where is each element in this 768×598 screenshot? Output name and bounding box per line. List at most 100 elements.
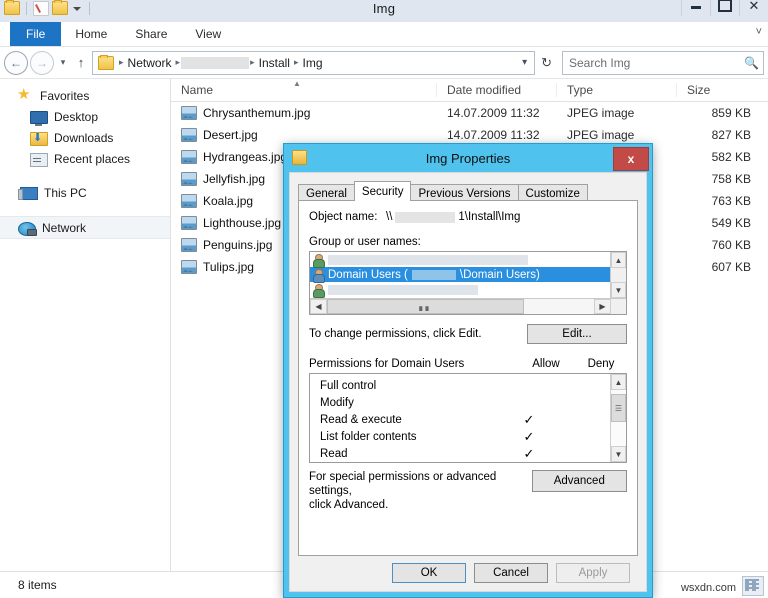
breadcrumb-server-redacted[interactable]: [181, 57, 249, 69]
scroll-up-icon[interactable]: ▲: [611, 252, 626, 268]
group-user-inner: Domain Users ( \Domain Users): [310, 252, 610, 298]
apply-button[interactable]: Apply: [556, 563, 630, 583]
dialog-close-button[interactable]: x: [613, 147, 649, 171]
breadcrumb-install[interactable]: Install: [256, 56, 293, 70]
permission-row[interactable]: Full control: [310, 377, 610, 394]
tab-customize[interactable]: Customize: [518, 184, 588, 201]
minimize-button[interactable]: [681, 0, 710, 16]
permission-name: Full control: [310, 380, 500, 392]
screen: Img ✕ File Home Share View ˅ ← → ▾ ↑ ▸ N…: [0, 0, 768, 598]
network-icon: [18, 222, 36, 236]
group-user-listbox[interactable]: Domain Users ( \Domain Users) ▲ ▼: [309, 251, 627, 315]
window-title: Img: [0, 0, 768, 20]
column-header-date-modified[interactable]: Date modified: [437, 83, 557, 97]
dialog-button-row: OK Cancel Apply: [298, 556, 638, 583]
dialog-title-bar: Img Properties x: [284, 144, 652, 172]
permissions-vertical-scrollbar[interactable]: ▲ ☰ ▼: [610, 374, 626, 462]
advanced-button[interactable]: Advanced: [532, 470, 627, 492]
forward-button[interactable]: →: [30, 51, 54, 75]
list-item[interactable]: [310, 252, 610, 267]
hscroll-thumb[interactable]: ▖▖: [327, 299, 524, 314]
file-size-cell: 582 KB: [677, 150, 761, 164]
scroll-left-icon[interactable]: ◀: [310, 299, 327, 314]
tab-file[interactable]: File: [10, 22, 61, 46]
list-item[interactable]: [310, 282, 610, 297]
sidebar-item-downloads[interactable]: Downloads: [0, 127, 170, 148]
sidebar-item-recent-places[interactable]: Recent places: [0, 148, 170, 169]
advanced-note-line1: For special permissions or advanced sett…: [309, 471, 496, 497]
file-name-cell: Chrysanthemum.jpg: [171, 106, 437, 120]
redacted-principal: [328, 255, 528, 265]
tab-home[interactable]: Home: [61, 22, 121, 46]
sidebar-item-favorites[interactable]: Favorites: [0, 85, 170, 106]
listbox-horizontal-scrollbar[interactable]: ◀ ▖▖ ▶: [310, 298, 626, 314]
tab-security[interactable]: Security: [354, 181, 412, 201]
security-tab-panel: Object name: \\ 1\Install\Img Group or u…: [298, 200, 638, 556]
sidebar-item-label: Recent places: [54, 152, 130, 166]
list-item[interactable]: Domain Users ( \Domain Users): [310, 267, 610, 282]
table-row[interactable]: Chrysanthemum.jpg 14.07.2009 11:32 JPEG …: [171, 102, 768, 124]
up-button[interactable]: ↑: [72, 52, 90, 74]
object-name-redacted: [395, 212, 455, 223]
scroll-right-icon[interactable]: ▶: [594, 299, 611, 314]
sidebar-spacer: [0, 169, 170, 182]
tab-general[interactable]: General: [298, 184, 355, 201]
sidebar-item-desktop[interactable]: Desktop: [0, 106, 170, 127]
chevron-down-icon[interactable]: ˅: [756, 26, 762, 38]
tab-previous-versions[interactable]: Previous Versions: [410, 184, 518, 201]
allow-checkbox[interactable]: ✓: [500, 412, 558, 428]
redacted-domain: [412, 270, 456, 280]
permission-row[interactable]: Read ✓: [310, 445, 610, 462]
permissions-scroll-track[interactable]: ☰: [611, 390, 626, 446]
address-bar[interactable]: ▸ Network ▸ ▸ Install ▸ Img ▾: [92, 51, 535, 75]
listbox-vertical-scrollbar[interactable]: ▲ ▼: [610, 252, 626, 298]
chevron-down-icon[interactable]: ▾: [517, 57, 532, 68]
column-header-type[interactable]: Type: [557, 83, 677, 97]
object-name-suffix: 1\Install\Img: [458, 211, 520, 223]
file-size-cell: 758 KB: [677, 172, 761, 186]
scroll-up-icon[interactable]: ▲: [611, 374, 626, 390]
permission-row[interactable]: Modify: [310, 394, 610, 411]
tab-view[interactable]: View: [181, 22, 235, 46]
allow-column-header: Allow: [517, 358, 575, 370]
permission-name: Modify: [310, 397, 500, 409]
jpeg-image-icon: [181, 150, 197, 164]
close-button[interactable]: ✕: [739, 0, 768, 16]
jpeg-image-icon: [181, 238, 197, 252]
cancel-button[interactable]: Cancel: [474, 563, 548, 583]
address-toolbar: ← → ▾ ↑ ▸ Network ▸ ▸ Install ▸ Img ▾ ↻ …: [0, 47, 768, 78]
back-button[interactable]: ←: [4, 51, 28, 75]
ok-button[interactable]: OK: [392, 563, 466, 583]
maximize-button[interactable]: [710, 0, 739, 16]
file-size-cell: 827 KB: [677, 128, 761, 142]
permissions-listbox[interactable]: Full control Modify Read & execute ✓: [309, 373, 627, 463]
column-header-name[interactable]: Name: [171, 83, 437, 97]
permissions-scroll-thumb[interactable]: ☰: [611, 394, 626, 422]
tab-share[interactable]: Share: [121, 22, 181, 46]
search-input[interactable]: Search Img 🔍: [562, 51, 764, 75]
search-placeholder: Search Img: [569, 56, 630, 70]
edit-row: To change permissions, click Edit. Edit.…: [309, 324, 627, 344]
permission-row[interactable]: List folder contents ✓: [310, 428, 610, 445]
sidebar-item-network[interactable]: Network: [0, 216, 170, 239]
recent-locations-dropdown-icon[interactable]: ▾: [56, 52, 70, 74]
allow-checkbox[interactable]: ✓: [500, 446, 558, 462]
watermark-text: wsxdn.com: [681, 582, 736, 594]
scroll-down-icon[interactable]: ▼: [611, 446, 626, 462]
jpeg-image-icon: [181, 128, 197, 142]
edit-button[interactable]: Edit...: [527, 324, 627, 344]
download-icon: [30, 132, 48, 146]
file-size-cell: 763 KB: [677, 194, 761, 208]
file-type-cell: JPEG image: [557, 128, 677, 142]
sidebar-item-this-pc[interactable]: This PC: [0, 182, 170, 203]
refresh-icon[interactable]: ↻: [537, 55, 556, 71]
scroll-down-icon[interactable]: ▼: [611, 282, 626, 298]
permission-row[interactable]: Read & execute ✓: [310, 411, 610, 428]
column-header-size[interactable]: Size: [677, 83, 761, 97]
hscroll-track[interactable]: ▖▖: [327, 299, 594, 314]
breadcrumb-img[interactable]: Img: [300, 56, 326, 70]
allow-checkbox[interactable]: ✓: [500, 429, 558, 445]
column-header-row: ▲ Name Date modified Type Size: [171, 79, 768, 102]
breadcrumb-network[interactable]: Network: [125, 56, 175, 70]
advanced-note-line2: click Advanced.: [309, 499, 388, 511]
